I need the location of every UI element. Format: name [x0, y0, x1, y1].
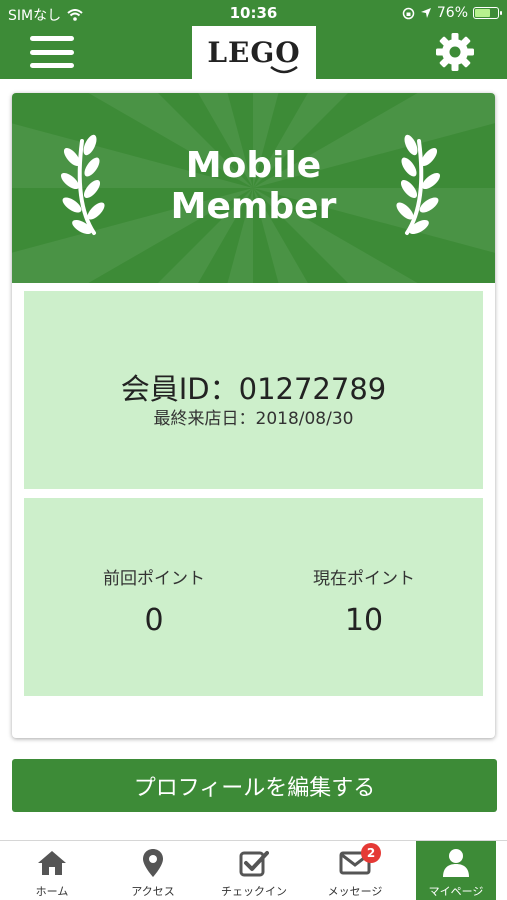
laurel-right-icon [396, 134, 441, 235]
member-info-panel: 会員ID：01272789 最終来店日：2018/08/30 [24, 291, 483, 489]
map-pin-icon [143, 849, 163, 877]
battery-percent: 76% [436, 5, 468, 21]
logo-smile-icon [269, 65, 298, 74]
tab-checkin-label: チェックイン [221, 885, 287, 898]
tab-mypage[interactable]: マイページ [416, 841, 496, 900]
tab-mypage-label: マイページ [428, 885, 484, 898]
checkbox-icon [239, 851, 269, 877]
edit-profile-button[interactable]: プロフィールを編集する [12, 759, 497, 812]
orientation-lock-icon [402, 7, 415, 19]
tab-messages-label: メッセージ [327, 885, 383, 898]
previous-points: 前回ポイント 0 [54, 564, 254, 638]
member-card: Mobile Member 会員ID：01272789 最終来店日：2018/0… [12, 93, 495, 738]
current-points-value: 10 [344, 603, 384, 638]
points-panel: 前回ポイント 0 現在ポイント 10 [24, 498, 483, 696]
tab-access[interactable]: アクセス [103, 841, 203, 900]
tab-bar: ホーム アクセス チェックイン 2 メッセージ マイページ [0, 840, 507, 900]
tab-checkin[interactable]: チェックイン [204, 841, 304, 900]
member-id: 会員ID：01272789 [120, 372, 387, 406]
tab-messages[interactable]: 2 メッセージ [305, 841, 405, 900]
app-header: SIMなし 10:36 76% LEGO [0, 0, 507, 79]
user-icon [443, 849, 469, 877]
tab-access-label: アクセス [131, 885, 175, 898]
previous-points-label: 前回ポイント [103, 569, 205, 589]
hamburger-menu-icon[interactable] [30, 34, 74, 70]
current-points: 現在ポイント 10 [264, 564, 464, 638]
battery-icon [473, 7, 502, 19]
status-right: 76% [402, 5, 502, 21]
logo: LEGO [192, 26, 316, 79]
message-count-badge: 2 [361, 843, 381, 863]
battery-level [475, 9, 490, 17]
last-visit-date: 最終来店日：2018/08/30 [153, 409, 354, 429]
current-points-label: 現在ポイント [313, 569, 415, 589]
member-banner: Mobile Member [12, 93, 495, 283]
location-arrow-icon [420, 8, 431, 18]
home-icon [38, 851, 66, 875]
tab-home-label: ホーム [35, 885, 69, 898]
status-bar: SIMなし 10:36 76% [0, 0, 507, 26]
tab-home[interactable]: ホーム [2, 841, 102, 900]
previous-points-value: 0 [144, 603, 164, 638]
gear-icon[interactable] [433, 30, 477, 74]
